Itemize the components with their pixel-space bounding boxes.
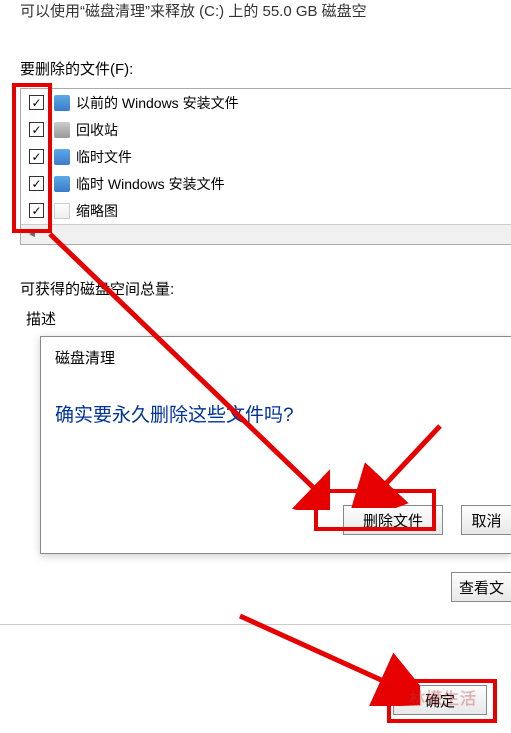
view-files-button[interactable]: 查看文	[451, 572, 511, 602]
checkbox-icon[interactable]: ✓	[29, 149, 44, 164]
file-item-label: 临时 Windows 安装文件	[76, 174, 225, 194]
top-info-text: 可以使用“磁盘清理”来释放 (C:) 上的 55.0 GB 磁盘空	[20, 0, 367, 21]
file-icon	[54, 203, 70, 219]
folder-icon	[54, 176, 70, 192]
horizontal-scrollbar[interactable]: ◄	[21, 224, 511, 244]
file-item[interactable]: ✓ 临时 Windows 安装文件	[21, 170, 511, 197]
file-item-label: 回收站	[76, 120, 118, 140]
file-item[interactable]: ✓ 回收站	[21, 116, 511, 143]
file-item[interactable]: ✓ 临时文件	[21, 143, 511, 170]
file-item-label: 以前的 Windows 安装文件	[76, 93, 239, 113]
file-list: ✓ 以前的 Windows 安装文件 ✓ 回收站 ✓ 临时文件 ✓ 临时 Win…	[20, 88, 511, 245]
watermark: 林檬生活	[409, 685, 477, 709]
folder-icon	[54, 149, 70, 165]
checkbox-icon[interactable]: ✓	[29, 203, 44, 218]
checkbox-icon[interactable]: ✓	[29, 122, 44, 137]
checkbox-icon[interactable]: ✓	[29, 176, 44, 191]
divider	[0, 624, 511, 625]
description-label: 描述	[20, 308, 511, 329]
dialog-title: 磁盘清理	[41, 337, 511, 372]
recycle-bin-icon	[54, 122, 70, 138]
checkbox-icon[interactable]: ✓	[29, 95, 44, 110]
description-group: 描述	[20, 308, 511, 335]
files-to-delete-label: 要删除的文件(F):	[20, 58, 133, 79]
dialog-question: 确实要永久删除这些文件吗?	[41, 372, 511, 437]
file-item-label: 缩略图	[76, 201, 118, 221]
file-item-label: 临时文件	[76, 147, 132, 167]
available-space-label: 可获得的磁盘空间总量:	[20, 278, 174, 299]
scroll-left-icon[interactable]: ◄	[25, 228, 39, 242]
delete-files-button[interactable]: 删除文件	[343, 505, 443, 535]
file-item[interactable]: ✓ 以前的 Windows 安装文件	[21, 89, 511, 116]
file-item[interactable]: ✓ 缩略图	[21, 197, 511, 224]
annotation-arrow-icon	[230, 606, 420, 706]
cancel-button[interactable]: 取消	[461, 505, 511, 535]
confirm-dialog: 磁盘清理 确实要永久删除这些文件吗? 删除文件 取消	[40, 336, 511, 554]
folder-icon	[54, 95, 70, 111]
